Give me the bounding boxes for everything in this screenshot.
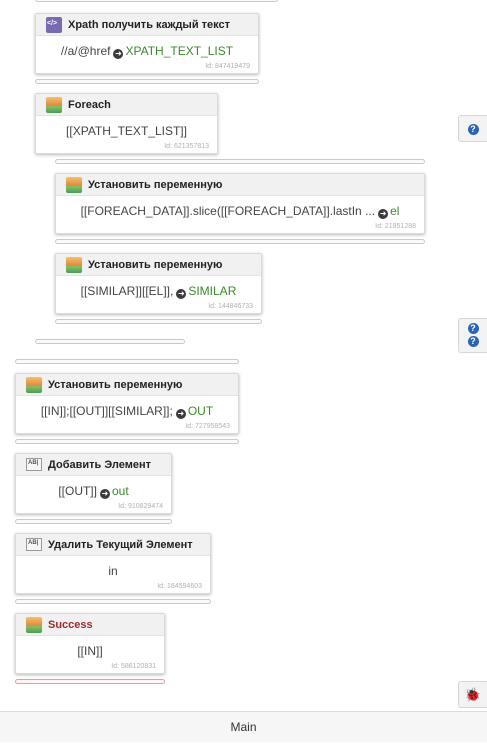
block-connector [15,519,172,524]
block-body: //a/@href ➜ XPATH_TEXT_LIST [36,36,258,64]
block-set-variable[interactable]: Установить переменную [[IN]];[[OUT]][[SI… [15,373,239,434]
block-output: XPATH_TEXT_LIST [125,44,234,58]
help-icon: ? [467,124,479,135]
block-connector [55,239,425,244]
arrow-right-icon: ➜ [378,209,389,219]
block-title: Установить переменную [48,378,183,391]
block-id: Id: 21851288 [375,223,416,230]
block-title: Добавить Элемент [48,458,151,471]
block-id: Id: 621357813 [164,143,209,150]
block-set-variable[interactable]: Установить переменную [[SIMILAR]][[EL]],… [55,253,262,314]
block-connector [15,599,211,604]
block-header: Xpath получить каждый текст [36,14,258,36]
variable-icon [46,96,62,113]
variable-icon [66,256,82,273]
block-id: Id: 586120831 [111,663,156,670]
block-id: Id: 184594603 [157,583,202,590]
arrow-right-icon: ➜ [175,409,186,419]
block-body: [[OUT]] ➜ out [16,476,171,504]
block-output: out [111,484,129,498]
block-output: el [390,204,400,218]
block-connector [35,339,185,344]
help-button[interactable]: ? [458,115,487,142]
block-connector-error [15,679,165,684]
block-body: in [16,556,210,584]
block-id: Id: 910829474 [118,503,163,510]
block-connector [35,0,278,2]
block-success[interactable]: Success [[IN]] Id: 586120831 [15,613,165,674]
block-title: Foreach [68,98,111,111]
block-header: Удалить Текущий Элемент [16,534,210,556]
block-id: Id: 144846733 [208,303,253,310]
block-body: [[XPATH_TEXT_LIST]] [36,116,217,144]
block-id: Id: 727958543 [185,423,230,430]
arrow-right-icon: ➜ [176,289,187,299]
block-body: [[FOREACH_DATA]].slice([[FOREACH_DATA]].… [56,196,424,224]
tab-label: Main [230,720,257,734]
list-icon [26,458,42,471]
block-header: Установить переменную [16,374,238,396]
block-header: Добавить Элемент [16,454,171,476]
xpath-icon [46,16,62,33]
block-connector [15,359,239,364]
block-body: [[SIMILAR]][[EL]], ➜ SIMILAR [56,276,261,304]
tab-main[interactable]: Main [0,711,487,742]
block-header: Success [16,614,164,636]
block-id: Id: 847419479 [205,63,250,70]
block-expression: [[IN]];[[OUT]][[SIMILAR]]; [40,404,173,418]
script-canvas[interactable]: Xpath получить каждый текст //a/@href➜XP… [0,0,487,711]
block-expression: //a/@href [60,44,111,58]
block-remove-element[interactable]: Удалить Текущий Элемент in Id: 184594603 [15,533,211,594]
block-expression: [[IN]] [77,644,103,658]
arrow-right-icon: ➜ [113,49,124,59]
block-title: Установить переменную [88,258,223,271]
block-expression: [[FOREACH_DATA]].slice([[FOREACH_DATA]].… [80,204,376,218]
block-title: Xpath получить каждый текст [68,18,231,31]
block-title: Установить переменную [88,178,223,191]
block-set-variable[interactable]: Установить переменную [[FOREACH_DATA]].s… [55,173,425,234]
block-connector [15,439,239,444]
block-expression: [[SIMILAR]][[EL]], [80,284,174,298]
help-icon: ? [467,323,479,334]
block-header: Установить переменную [56,174,424,196]
block-expression: in [108,564,118,578]
block-title: Success [48,618,93,631]
variable-icon [26,376,42,393]
help-button-group[interactable]: ? ? [458,318,487,353]
debug-button[interactable]: 🐞 [458,681,487,708]
block-body: [[IN]] [16,636,164,664]
block-output: OUT [187,404,214,418]
block-body: [[IN]];[[OUT]][[SIMILAR]]; ➜ OUT [16,396,238,424]
block-title: Удалить Текущий Элемент [48,538,193,551]
block-header: Foreach [36,94,217,116]
list-icon [26,538,42,551]
block-header: Установить переменную [56,254,261,276]
block-add-element[interactable]: Добавить Элемент [[OUT]]➜out Id: 9108294… [15,453,172,514]
variable-icon [26,616,42,633]
debug-icon: 🐞 [464,687,482,702]
arrow-right-icon: ➜ [99,489,110,499]
block-foreach[interactable]: Foreach [[XPATH_TEXT_LIST]] Id: 62135781… [35,93,218,154]
block-expression: [[OUT]] [58,484,97,498]
block-connector [35,79,259,84]
block-expression: [[XPATH_TEXT_LIST]] [66,124,187,138]
block-output: SIMILAR [188,284,237,298]
variable-icon [66,176,82,193]
block-xpath[interactable]: Xpath получить каждый текст //a/@href➜XP… [35,13,259,74]
block-connector [55,319,262,324]
help-icon: ? [467,336,479,347]
block-connector [55,159,425,164]
